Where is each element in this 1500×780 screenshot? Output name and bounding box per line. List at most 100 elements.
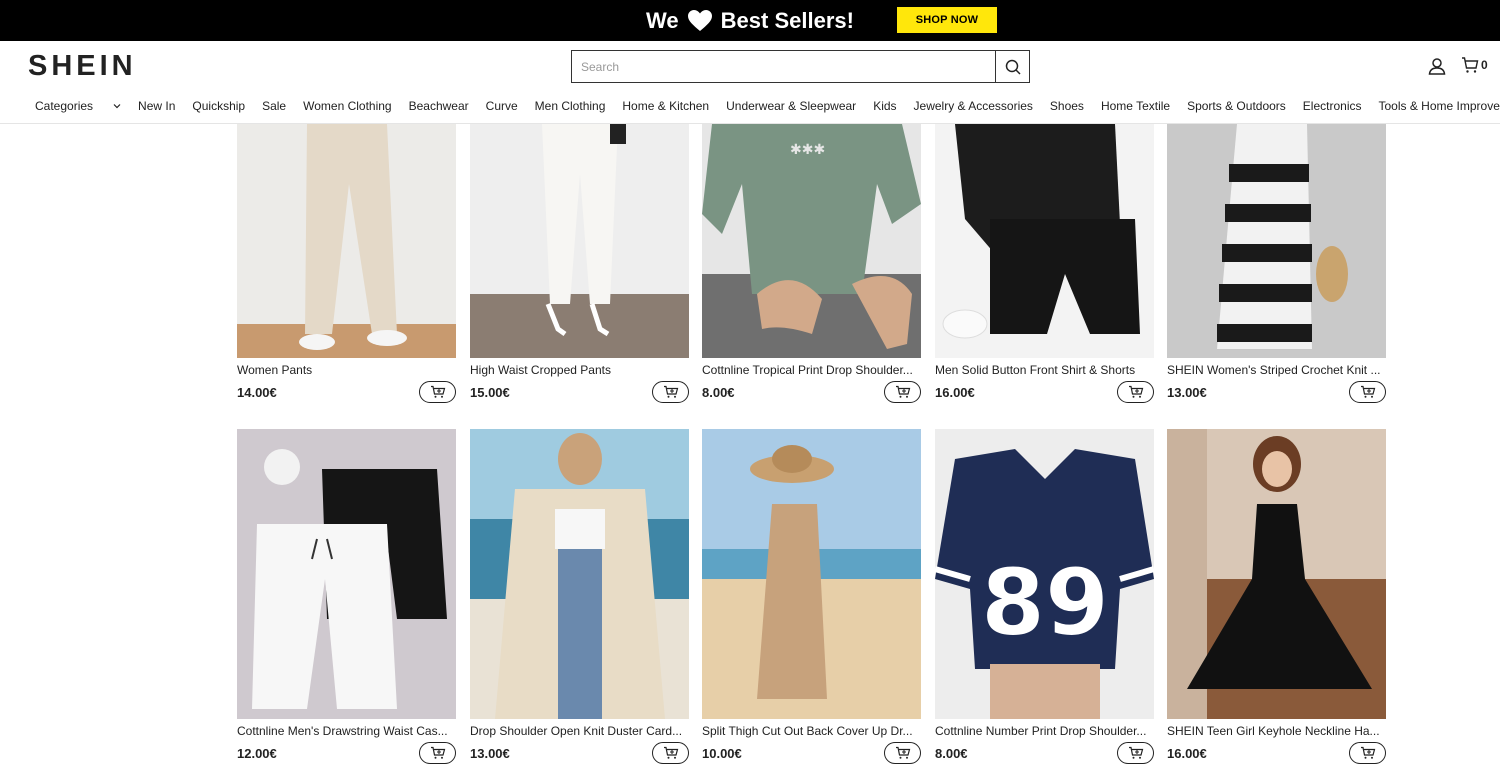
cart-count: 0 (1481, 58, 1488, 72)
product-image[interactable] (1167, 124, 1386, 358)
nav-item-men-clothing[interactable]: Men Clothing (535, 99, 606, 113)
nav-item-curve[interactable]: Curve (486, 99, 518, 113)
search-input[interactable] (572, 51, 995, 82)
nav-item-electronics[interactable]: Electronics (1303, 99, 1362, 113)
product-image[interactable] (470, 124, 689, 358)
nav-item-quickship[interactable]: Quickship (192, 99, 245, 113)
shop-now-button[interactable]: SHOP NOW (897, 7, 997, 33)
add-to-cart-button[interactable] (652, 742, 689, 764)
cart-button[interactable]: 0 (1461, 56, 1488, 74)
add-to-cart-button[interactable] (1117, 742, 1154, 764)
product-title[interactable]: High Waist Cropped Pants (470, 363, 689, 377)
nav-item-sale[interactable]: Sale (262, 99, 286, 113)
product-photo-keyhole-dress (1167, 429, 1386, 719)
add-to-cart-button[interactable] (419, 381, 456, 403)
product-title[interactable]: SHEIN Women's Striped Crochet Knit ... (1167, 363, 1386, 377)
product-photo-pants (237, 124, 456, 358)
product-price: 13.00€ (470, 745, 510, 761)
product-card[interactable]: Split Thigh Cut Out Back Cover Up Dr... … (702, 429, 921, 764)
product-card[interactable]: Women Pants 14.00€ (237, 124, 456, 403)
nav-item-jewelry-accessories[interactable]: Jewelry & Accessories (914, 99, 1033, 113)
add-to-cart-button[interactable] (652, 381, 689, 403)
add-to-cart-icon (895, 746, 910, 759)
product-image[interactable] (935, 124, 1154, 358)
price-row: 8.00€ (702, 381, 921, 403)
product-photo-number-tee: 89 (935, 429, 1154, 719)
product-title[interactable]: Men Solid Button Front Shirt & Shorts (935, 363, 1154, 377)
add-to-cart-icon (430, 746, 445, 759)
product-title[interactable]: Cottnline Number Print Drop Shoulder... (935, 724, 1154, 738)
product-card[interactable]: High Waist Cropped Pants 15.00€ (470, 124, 689, 403)
promo-text-left: We (646, 7, 679, 33)
site-header: SHEIN 0 Categories New In Quickship Sale… (0, 41, 1500, 124)
product-price: 10.00€ (702, 745, 742, 761)
product-image[interactable] (237, 429, 456, 719)
nav-item-home-kitchen[interactable]: Home & Kitchen (622, 99, 709, 113)
product-title[interactable]: Cottnline Tropical Print Drop Shoulder..… (702, 363, 921, 377)
promo-headline: We Best Sellers! (646, 8, 854, 34)
product-title[interactable]: Women Pants (237, 363, 456, 377)
product-image[interactable]: 89 (935, 429, 1154, 719)
add-to-cart-icon (663, 385, 678, 398)
product-image[interactable] (1167, 429, 1386, 719)
nav-label: Categories (35, 99, 94, 113)
add-to-cart-button[interactable] (884, 381, 921, 403)
price-row: 15.00€ (470, 381, 689, 403)
nav-item-kids[interactable]: Kids (873, 99, 896, 113)
nav-item-sports-outdoors[interactable]: Sports & Outdoors (1187, 99, 1286, 113)
product-card[interactable]: SHEIN Women's Striped Crochet Knit ... 1… (1167, 124, 1386, 403)
product-price: 12.00€ (237, 745, 277, 761)
add-to-cart-button[interactable] (1349, 742, 1386, 764)
category-nav: Categories New In Quickship Sale Women C… (35, 99, 1500, 113)
product-card[interactable]: Cottnline Men's Drawstring Waist Cas... … (237, 429, 456, 764)
product-price: 8.00€ (935, 745, 968, 761)
nav-item-underwear-sleepwear[interactable]: Underwear & Sleepwear (726, 99, 856, 113)
product-card[interactable]: SHEIN Teen Girl Keyhole Neckline Ha... 1… (1167, 429, 1386, 764)
product-title[interactable]: SHEIN Teen Girl Keyhole Neckline Ha... (1167, 724, 1386, 738)
product-photo-knit-cardigan (470, 429, 689, 719)
nav-item-shoes[interactable]: Shoes (1050, 99, 1084, 113)
promo-text-right: Best Sellers! (720, 7, 854, 33)
product-price: 8.00€ (702, 384, 735, 400)
product-photo-shirt-shorts (935, 124, 1154, 358)
product-image[interactable] (470, 429, 689, 719)
add-to-cart-icon (663, 746, 678, 759)
nav-item-women-clothing[interactable]: Women Clothing (303, 99, 392, 113)
product-title[interactable]: Split Thigh Cut Out Back Cover Up Dr... (702, 724, 921, 738)
shein-logo[interactable]: SHEIN (28, 50, 137, 83)
product-image[interactable] (237, 124, 456, 358)
product-title[interactable]: Drop Shoulder Open Knit Duster Card... (470, 724, 689, 738)
cart-icon (1462, 57, 1479, 73)
add-to-cart-button[interactable] (884, 742, 921, 764)
add-to-cart-button[interactable] (1117, 381, 1154, 403)
price-row: 10.00€ (702, 742, 921, 764)
svg-text:✱✱✱: ✱✱✱ (790, 142, 825, 158)
promo-banner[interactable]: We Best Sellers! SHOP NOW (0, 0, 1500, 41)
nav-item-new-in[interactable]: New In (138, 99, 175, 113)
price-row: 14.00€ (237, 381, 456, 403)
user-icon[interactable] (1428, 57, 1446, 75)
nav-item-home-textile[interactable]: Home Textile (1101, 99, 1170, 113)
product-title[interactable]: Cottnline Men's Drawstring Waist Cas... (237, 724, 456, 738)
price-row: 13.00€ (1167, 381, 1386, 403)
nav-item-beachwear[interactable]: Beachwear (409, 99, 469, 113)
product-price: 14.00€ (237, 384, 277, 400)
nav-item-tools-home[interactable]: Tools & Home Improvement (1378, 99, 1500, 113)
product-card[interactable]: Drop Shoulder Open Knit Duster Card... 1… (470, 429, 689, 764)
search-button[interactable] (995, 51, 1029, 82)
product-card[interactable]: Men Solid Button Front Shirt & Shorts 16… (935, 124, 1154, 403)
search-icon (1005, 59, 1021, 75)
product-price: 16.00€ (1167, 745, 1207, 761)
add-to-cart-button[interactable] (419, 742, 456, 764)
product-card[interactable]: 89 Cottnline Number Print Drop Shoulder.… (935, 429, 1154, 764)
product-image[interactable]: ✱✱✱ (702, 124, 921, 358)
add-to-cart-button[interactable] (1349, 381, 1386, 403)
product-photo-cropped-pants (470, 124, 689, 358)
nav-item-categories[interactable]: Categories (35, 99, 121, 113)
product-image[interactable] (702, 429, 921, 719)
product-photo-drawstring-shorts (237, 429, 456, 719)
price-row: 12.00€ (237, 742, 456, 764)
add-to-cart-icon (1360, 746, 1375, 759)
product-photo-green-tshirt: ✱✱✱ (702, 124, 921, 358)
product-card[interactable]: ✱✱✱ Cottnline Tropical Print Drop Should… (702, 124, 921, 403)
